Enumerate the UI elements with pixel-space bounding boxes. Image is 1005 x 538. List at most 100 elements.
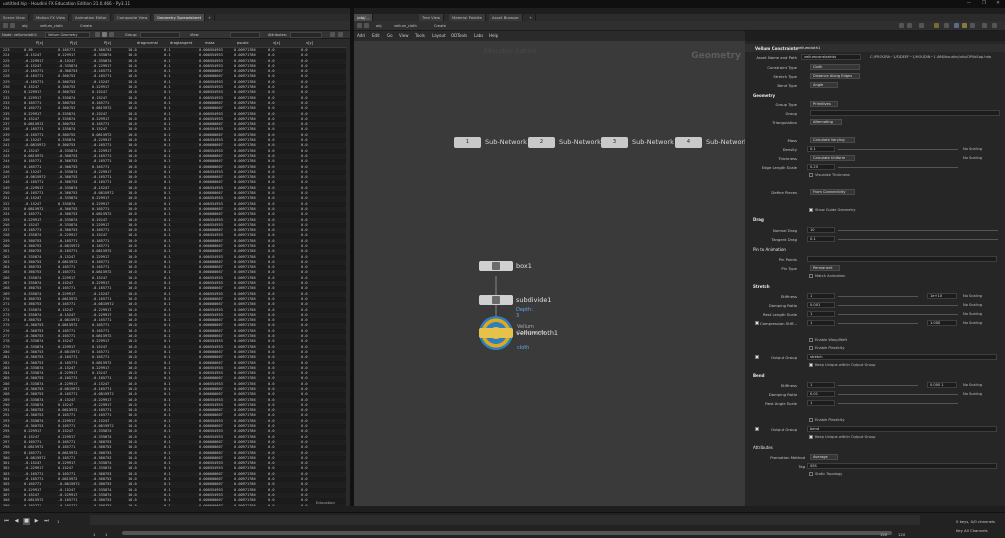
col-header[interactable]: P[z] — [104, 41, 111, 45]
section-drag[interactable]: Drag — [753, 217, 764, 222]
attributes-field[interactable] — [290, 32, 322, 38]
bend-stiffness-exp[interactable]: 0.000 1 — [927, 382, 957, 388]
create-mode[interactable]: Create — [80, 22, 92, 30]
tangent-drag-slider[interactable] — [838, 239, 998, 240]
stretch-stiffness-slider[interactable] — [838, 296, 918, 297]
rest-length-slider[interactable] — [838, 314, 958, 315]
section-attributes[interactable]: Attributes — [753, 445, 773, 450]
thickness-dropdown[interactable]: Calculate Uniform — [810, 155, 855, 161]
bend-type-dropdown[interactable]: Angle — [810, 82, 838, 88]
settings-icon[interactable] — [992, 23, 997, 28]
forward-arrow-icon[interactable] — [364, 23, 369, 28]
rest-angle-field[interactable]: 1 — [807, 400, 835, 406]
col-header[interactable]: v[x] — [273, 41, 280, 45]
tag-field[interactable]: SSS — [807, 463, 997, 469]
rest-length-scaling[interactable]: No Scaling — [963, 312, 982, 316]
vertices-icon[interactable] — [102, 32, 107, 37]
constraint-type-dropdown[interactable]: Cloth — [810, 64, 860, 70]
tool-icon[interactable] — [907, 23, 912, 28]
tool-icon[interactable] — [962, 23, 967, 28]
param-node-name[interactable]: vellumcloth1 — [797, 46, 820, 50]
range-start-2[interactable]: 1 — [105, 532, 107, 537]
stretch-stiffness-scaling[interactable]: No Scaling — [963, 294, 982, 298]
stretch-stiffness-field[interactable]: 1 — [807, 293, 835, 299]
tool-icon[interactable] — [954, 23, 959, 28]
col-header[interactable]: v[y] — [306, 41, 313, 45]
maximize-button[interactable]: ❐ — [977, 0, 991, 8]
tool-icon[interactable] — [944, 23, 949, 28]
menu-view[interactable]: View — [399, 33, 409, 38]
jump-start-button[interactable]: ⏮ — [3, 518, 10, 525]
edge-length-field[interactable]: 0.25 — [807, 164, 835, 170]
path-obj[interactable]: obj — [376, 22, 381, 30]
tab-scene-view[interactable]: Scene View — [0, 14, 29, 21]
col-header[interactable]: pscale — [237, 41, 249, 45]
create-mode[interactable]: Create — [434, 22, 446, 30]
table-row[interactable]: 309 0.165771 -0.165771 -0.360753 10.0 0.1 0.00… — [0, 503, 346, 506]
rest-length-field[interactable]: 1 — [807, 311, 835, 317]
add-tab-button[interactable]: + — [205, 14, 216, 21]
stretch-type-dropdown[interactable]: Distance Along Edges — [810, 73, 860, 79]
pin-points-field[interactable] — [807, 256, 997, 262]
col-header[interactable]: P[x] — [36, 41, 43, 45]
view-label[interactable]: View — [190, 31, 199, 39]
menu-layout[interactable]: Layout — [432, 33, 446, 38]
range-end[interactable]: 120 — [880, 532, 887, 537]
pin-type-dropdown[interactable]: Permanent — [810, 265, 840, 271]
group-field[interactable] — [140, 32, 180, 38]
lock-icon[interactable] — [934, 23, 939, 28]
menu-add[interactable]: Add — [357, 33, 365, 38]
triangulation-dropdown[interactable]: Alternating — [810, 119, 842, 125]
tool-icon[interactable] — [970, 23, 975, 28]
timeline-track[interactable] — [90, 515, 920, 525]
back-arrow-icon[interactable] — [357, 23, 362, 28]
show-guide-checkbox[interactable] — [809, 208, 813, 212]
stretch-damping-field[interactable]: 0.001 — [807, 302, 835, 308]
stop-button[interactable]: ■ — [23, 518, 30, 525]
geometry-select[interactable]: Vellum Geometry — [45, 32, 90, 38]
path-node[interactable]: vellum_cloth — [40, 22, 63, 30]
jump-end-button[interactable]: ⏭ — [43, 518, 50, 525]
current-frame-field[interactable]: 1 — [57, 519, 59, 524]
static-topology-checkbox[interactable] — [809, 472, 813, 476]
tab-material-palette[interactable]: Material Palette — [449, 14, 486, 21]
menu-edit[interactable]: Edit — [372, 33, 380, 38]
col-header[interactable]: P[y] — [70, 41, 77, 45]
filter-icon[interactable] — [330, 32, 335, 37]
output-group-bend-field[interactable]: bend — [807, 426, 997, 432]
promotion-dropdown[interactable]: Average — [810, 454, 838, 460]
section-stretch[interactable]: Stretch — [753, 284, 770, 289]
tab-network-path[interactable]: /obj/... — [354, 14, 373, 21]
col-header[interactable]: mass — [205, 41, 214, 45]
menu-help[interactable]: Help — [489, 33, 498, 38]
bend-damping-scaling[interactable]: No Scaling — [963, 392, 982, 396]
help-icon[interactable] — [982, 23, 987, 28]
density-slider[interactable] — [838, 149, 958, 150]
help-icon[interactable] — [338, 32, 343, 37]
minimize-button[interactable]: — — [962, 0, 976, 8]
bend-plasticity-checkbox[interactable] — [809, 418, 813, 422]
compression-scaling[interactable]: No Scaling — [963, 321, 982, 325]
path-obj[interactable]: obj — [22, 22, 27, 30]
primitives-icon[interactable] — [109, 32, 114, 37]
section-bend[interactable]: Bend — [753, 373, 764, 378]
density-scaling[interactable]: No Scaling — [963, 147, 982, 151]
forward-arrow-icon[interactable] — [10, 23, 15, 28]
close-button[interactable]: ✕ — [991, 0, 1005, 8]
add-tab-button[interactable]: + — [526, 14, 537, 21]
intrinsics-field[interactable] — [230, 32, 260, 38]
compression-field[interactable]: 1 — [807, 320, 835, 326]
tab-animation-editor[interactable]: Animation Editor — [72, 14, 111, 21]
tool-icon[interactable] — [919, 23, 924, 28]
plasticity-checkbox[interactable] — [809, 346, 813, 350]
match-animation-checkbox[interactable] — [809, 274, 813, 278]
back-arrow-icon[interactable] — [3, 23, 8, 28]
range-end-2[interactable]: 120 — [898, 532, 905, 537]
menu-labs[interactable]: Labs — [474, 33, 483, 38]
menu-tools[interactable]: Tools — [415, 33, 425, 38]
bend-keep-unique-checkbox[interactable] — [809, 435, 813, 439]
keep-unique-checkbox[interactable] — [809, 363, 813, 367]
group-type-dropdown[interactable]: Primitives — [810, 101, 838, 107]
key-all-channels[interactable]: Key All Channels — [956, 528, 988, 533]
compression-slider[interactable] — [838, 323, 918, 324]
